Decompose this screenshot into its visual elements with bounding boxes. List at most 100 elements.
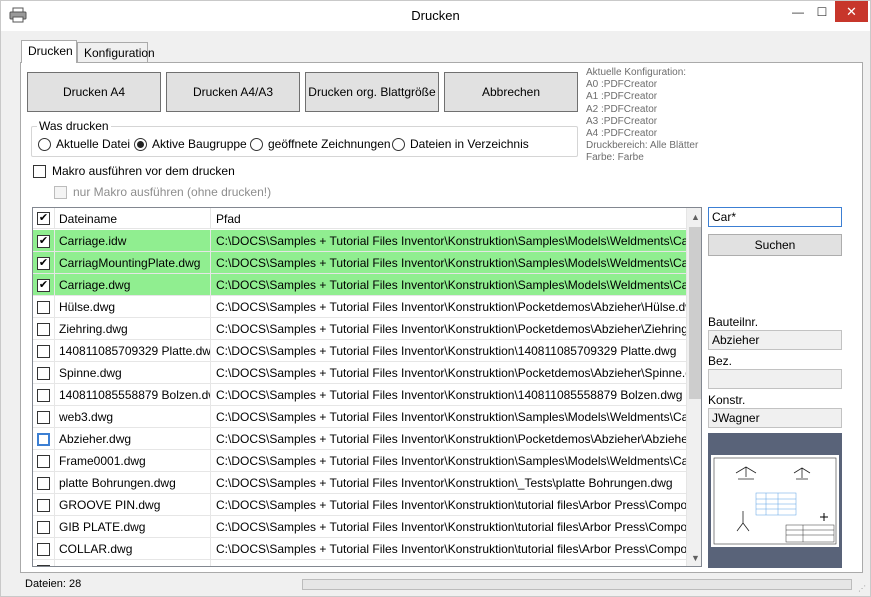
path-cell[interactable]: C:\DOCS\Samples + Tutorial Files Invento…	[211, 450, 686, 472]
radio-files-in-directory[interactable]: Dateien in Verzeichnis	[392, 137, 529, 151]
filename-cell[interactable]: Spinne.dwg	[55, 362, 211, 384]
table-row[interactable]: Frame0001.dwg C:\DOCS\Samples + Tutorial …	[33, 450, 686, 472]
table-row[interactable]: Spinne.dwg C:\DOCS\Samples + Tutorial Fil…	[33, 362, 686, 384]
path-cell[interactable]: C:\DOCS\Samples + Tutorial Files Invento…	[211, 340, 686, 362]
row-checkbox[interactable]	[37, 498, 50, 512]
path-cell[interactable]: C:\DOCS\Samples + Tutorial Files Invento…	[211, 384, 686, 406]
search-input[interactable]	[708, 207, 842, 227]
table-row[interactable]: ✔ Carriage.idw C:\DOCS\Samples + Tutorial …	[33, 230, 686, 252]
row-checkbox-cell[interactable]	[33, 296, 55, 318]
run-macro-checkbox-row[interactable]: Makro ausführen vor dem drucken	[33, 164, 235, 178]
filename-cell[interactable]: Frame0001.dwg	[55, 450, 211, 472]
column-header-filename[interactable]: Dateiname	[55, 208, 211, 229]
radio-circle[interactable]	[38, 137, 51, 151]
table-row[interactable]: ✔ CarriagMountingPlate.dwg C:\DOCS\Samples…	[33, 252, 686, 274]
row-checkbox[interactable]: ✔	[37, 234, 50, 248]
path-cell[interactable]: C:\DOCS\Samples + Tutorial Files Invento…	[211, 538, 686, 560]
row-checkbox-cell[interactable]	[33, 428, 55, 450]
path-cell[interactable]: C:\DOCS\Samples + Tutorial Files Invento…	[211, 428, 686, 450]
radio-circle[interactable]	[250, 137, 263, 151]
print-original-size-button[interactable]: Drucken org. Blattgröße	[305, 72, 439, 112]
row-checkbox-cell[interactable]	[33, 560, 55, 566]
path-cell[interactable]: C:\DOCS\Samples + Tutorial Files Invento…	[211, 362, 686, 384]
radio-current-file[interactable]: Aktuelle Datei	[38, 137, 130, 151]
tab-konfiguration[interactable]: Konfiguration	[77, 42, 155, 63]
tab-drucken[interactable]: Drucken	[21, 40, 77, 63]
print-a4-button[interactable]: Drucken A4	[27, 72, 161, 112]
path-cell[interactable]: C:\DOCS\Samples + Tutorial Files Invento…	[211, 560, 686, 566]
vertical-scrollbar[interactable]: ▲ ▼	[686, 208, 701, 566]
table-row[interactable]: 140811085558879 Bolzen.dwg C:\DOCS\Sample…	[33, 384, 686, 406]
row-checkbox-cell[interactable]: ✔	[33, 230, 55, 252]
row-checkbox[interactable]	[37, 366, 50, 380]
cancel-button[interactable]: Abbrechen	[444, 72, 578, 112]
filename-cell[interactable]: HANDLE CAP.dwg	[55, 560, 211, 566]
row-checkbox-cell[interactable]	[33, 450, 55, 472]
filename-cell[interactable]: Carriage.idw	[55, 230, 211, 252]
path-cell[interactable]: C:\DOCS\Samples + Tutorial Files Invento…	[211, 252, 686, 274]
table-row[interactable]: ✔ Carriage.dwg C:\DOCS\Samples + Tutorial …	[33, 274, 686, 296]
radio-active-assembly[interactable]: Aktive Baugruppe	[134, 137, 247, 151]
header-select-all-cell[interactable]: ✔	[33, 208, 55, 229]
row-checkbox-cell[interactable]	[33, 538, 55, 560]
row-checkbox[interactable]	[37, 388, 50, 402]
row-checkbox-cell[interactable]	[33, 494, 55, 516]
column-header-path[interactable]: Pfad	[211, 208, 686, 229]
scroll-down-icon[interactable]: ▼	[687, 549, 701, 566]
path-cell[interactable]: C:\DOCS\Samples + Tutorial Files Invento…	[211, 406, 686, 428]
select-all-checkbox[interactable]: ✔	[37, 212, 50, 225]
filename-cell[interactable]: platte Bohrungen.dwg	[55, 472, 211, 494]
table-row[interactable]: GIB PLATE.dwg C:\DOCS\Samples + Tutorial …	[33, 516, 686, 538]
resize-grip-icon[interactable]: ⋰	[858, 584, 866, 593]
path-cell[interactable]: C:\DOCS\Samples + Tutorial Files Invento…	[211, 494, 686, 516]
scroll-up-icon[interactable]: ▲	[687, 208, 701, 225]
row-checkbox-cell[interactable]	[33, 340, 55, 362]
row-checkbox[interactable]	[37, 476, 50, 490]
filename-cell[interactable]: Abzieher.dwg	[55, 428, 211, 450]
path-cell[interactable]: C:\DOCS\Samples + Tutorial Files Invento…	[211, 472, 686, 494]
print-a4-a3-button[interactable]: Drucken A4/A3	[166, 72, 300, 112]
path-cell[interactable]: C:\DOCS\Samples + Tutorial Files Invento…	[211, 274, 686, 296]
close-button[interactable]: ✕	[835, 1, 868, 22]
table-row[interactable]: Ziehring.dwg C:\DOCS\Samples + Tutorial F…	[33, 318, 686, 340]
path-cell[interactable]: C:\DOCS\Samples + Tutorial Files Invento…	[211, 318, 686, 340]
table-row[interactable]: COLLAR.dwg C:\DOCS\Samples + Tutorial Fil…	[33, 538, 686, 560]
row-checkbox[interactable]	[37, 322, 50, 336]
minimize-button[interactable]: —	[787, 1, 809, 22]
row-checkbox[interactable]	[37, 344, 50, 358]
table-row[interactable]: 140811085709329 Platte.dwg C:\DOCS\Sample…	[33, 340, 686, 362]
filename-cell[interactable]: Ziehring.dwg	[55, 318, 211, 340]
filename-cell[interactable]: web3.dwg	[55, 406, 211, 428]
filename-cell[interactable]: GROOVE PIN.dwg	[55, 494, 211, 516]
row-checkbox[interactable]	[37, 542, 50, 556]
row-checkbox[interactable]	[37, 300, 50, 314]
row-checkbox-cell[interactable]: ✔	[33, 252, 55, 274]
row-checkbox[interactable]: ✔	[37, 256, 50, 270]
row-checkbox-cell[interactable]	[33, 318, 55, 340]
row-checkbox[interactable]	[37, 454, 50, 468]
maximize-button[interactable]: ☐	[811, 1, 833, 22]
row-checkbox-cell[interactable]	[33, 384, 55, 406]
filename-cell[interactable]: COLLAR.dwg	[55, 538, 211, 560]
row-checkbox-cell[interactable]	[33, 362, 55, 384]
table-row[interactable]: GROOVE PIN.dwg C:\DOCS\Samples + Tutorial…	[33, 494, 686, 516]
filename-cell[interactable]: Carriage.dwg	[55, 274, 211, 296]
filename-cell[interactable]: GIB PLATE.dwg	[55, 516, 211, 538]
filename-cell[interactable]: 140811085558879 Bolzen.dwg	[55, 384, 211, 406]
run-macro-checkbox[interactable]	[33, 164, 46, 178]
row-checkbox-cell[interactable]	[33, 516, 55, 538]
filename-cell[interactable]: Hülse.dwg	[55, 296, 211, 318]
table-row[interactable]: Hülse.dwg C:\DOCS\Samples + Tutorial File…	[33, 296, 686, 318]
radio-open-drawings[interactable]: geöffnete Zeichnungen	[250, 137, 391, 151]
scroll-thumb[interactable]	[689, 227, 701, 399]
table-row[interactable]: web3.dwg C:\DOCS\Samples + Tutorial Files…	[33, 406, 686, 428]
filename-cell[interactable]: 140811085709329 Platte.dwg	[55, 340, 211, 362]
search-button[interactable]: Suchen	[708, 234, 842, 256]
row-checkbox[interactable]	[37, 520, 50, 534]
row-checkbox[interactable]: ✔	[37, 278, 50, 292]
row-checkbox-cell[interactable]	[33, 406, 55, 428]
table-row[interactable]: Abzieher.dwg C:\DOCS\Samples + Tutorial F…	[33, 428, 686, 450]
table-row[interactable]: platte Bohrungen.dwg C:\DOCS\Samples + Tu…	[33, 472, 686, 494]
row-checkbox[interactable]	[37, 564, 50, 566]
radio-circle[interactable]	[134, 137, 147, 151]
